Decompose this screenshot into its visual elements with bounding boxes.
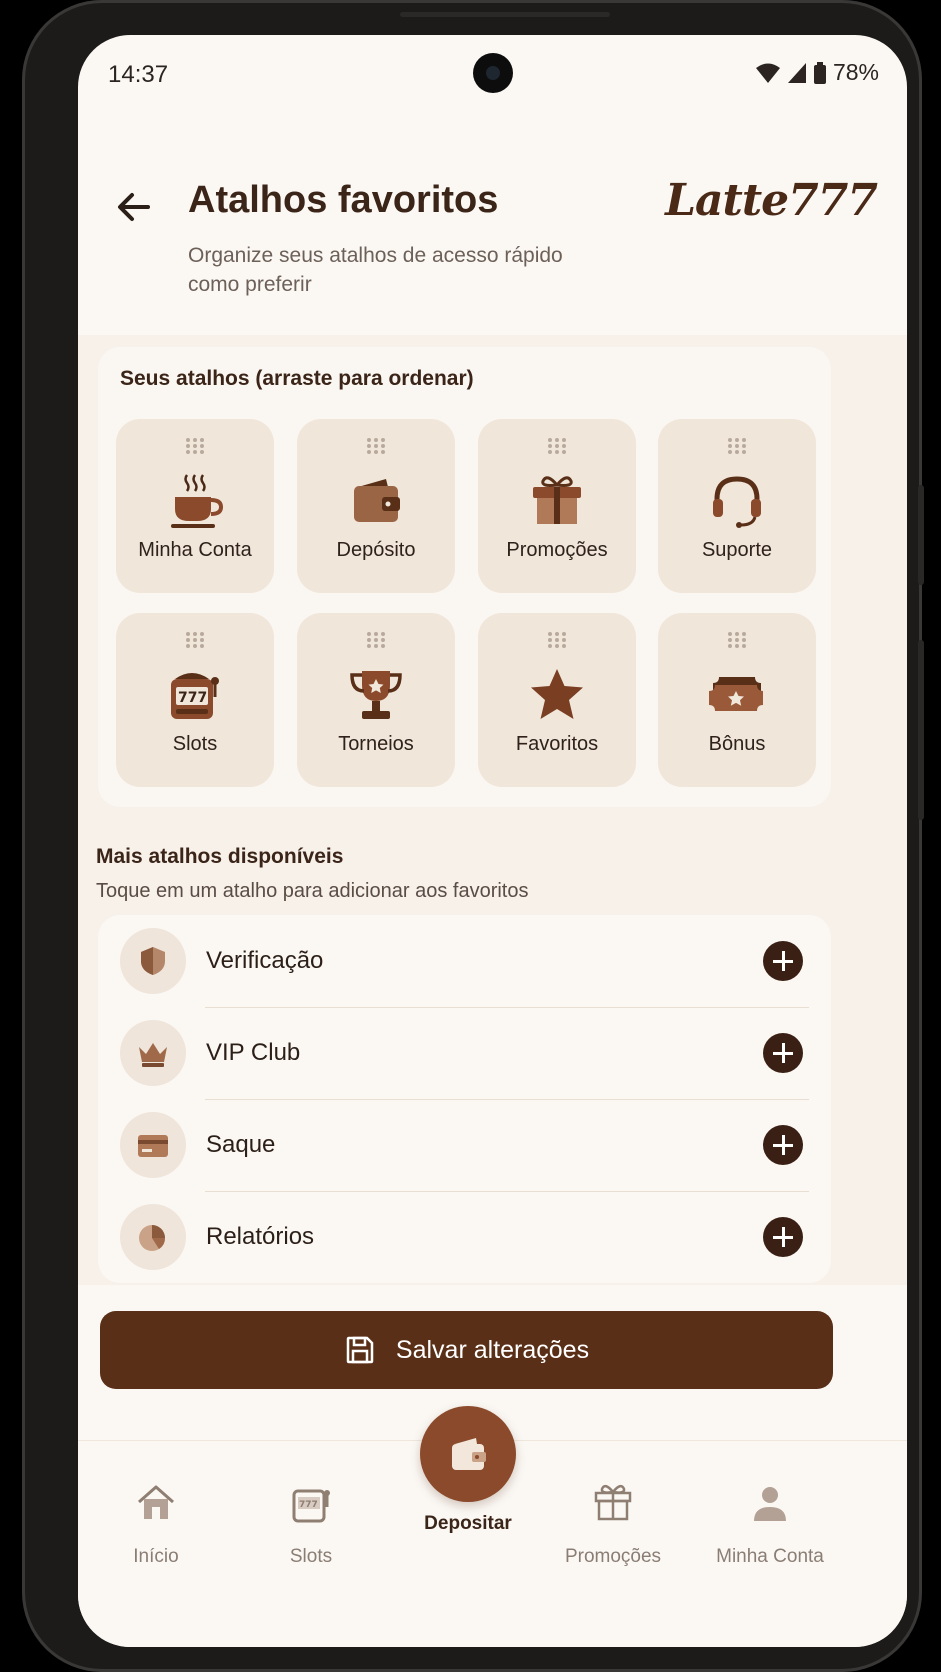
favorites-title: Seus atalhos (arraste para ordenar) — [120, 367, 474, 390]
favorite-tile-minha-conta[interactable]: Minha Conta — [116, 419, 274, 593]
status-bar: 14:37 78% — [78, 35, 907, 115]
trophy-icon — [350, 671, 402, 719]
nav-item-slots[interactable]: 777 Slots — [236, 1481, 386, 1568]
favorite-tile-bonus[interactable]: Bônus — [658, 613, 816, 787]
available-title: Mais atalhos disponíveis — [96, 845, 344, 868]
available-item-label: VIP Club — [206, 1039, 301, 1066]
available-item-label: Saque — [206, 1131, 276, 1158]
available-item-relatorios[interactable]: Relatórios — [98, 1191, 831, 1283]
favorite-tile-label: Slots — [172, 733, 218, 755]
nav-label: Slots — [289, 1546, 333, 1567]
bottom-nav: Início 777 Slots Depositar Promoções Min… — [78, 1406, 907, 1647]
favorite-tile-label: Bônus — [708, 733, 766, 755]
crown-icon — [139, 1043, 167, 1067]
content-area: Seus atalhos (arraste para ordenar) Minh… — [78, 335, 907, 1435]
drag-handle-icon[interactable] — [726, 631, 748, 649]
favorite-tile-slots[interactable]: 777 Slots — [116, 613, 274, 787]
add-button[interactable] — [763, 1217, 803, 1257]
drag-handle-icon[interactable] — [546, 437, 568, 455]
slot-machine-icon: 777 — [171, 673, 219, 719]
svg-text:777: 777 — [178, 690, 207, 706]
available-item-label: Verificação — [206, 947, 324, 974]
row-icon-circle — [120, 1020, 186, 1086]
row-icon-circle — [120, 1204, 186, 1270]
battery-percent: 78% — [832, 59, 879, 85]
back-arrow-icon[interactable] — [112, 185, 156, 229]
save-button[interactable]: Salvar alterações — [100, 1311, 833, 1389]
favorite-tile-promocoes[interactable]: Promoções — [478, 419, 636, 593]
favorite-tile-torneios[interactable]: Torneios — [297, 613, 455, 787]
wallet-icon — [354, 479, 400, 522]
drag-handle-icon[interactable] — [365, 437, 387, 455]
screen: 14:37 78% Atalhos favoritos Organize seu… — [78, 35, 907, 1647]
wifi-icon — [755, 63, 780, 83]
home-icon — [138, 1485, 174, 1519]
page-subtitle: Organize seus atalhos de acesso rápido c… — [188, 244, 563, 296]
favorite-tile-label: Minha Conta — [138, 539, 252, 561]
nav-label: Promoções — [564, 1546, 662, 1567]
add-button[interactable] — [763, 1125, 803, 1165]
drag-handle-icon[interactable] — [726, 437, 748, 455]
row-icon-circle — [120, 1112, 186, 1178]
drag-handle-icon[interactable] — [184, 437, 206, 455]
status-time: 14:37 — [108, 61, 169, 88]
available-item-vip-club[interactable]: VIP Club — [98, 1007, 831, 1099]
nav-item-minha-conta[interactable]: Minha Conta — [695, 1481, 845, 1568]
card-icon — [138, 1135, 168, 1157]
nav-label-active: Depositar — [424, 1513, 512, 1534]
add-button[interactable] — [763, 1033, 803, 1073]
available-item-label: Relatórios — [206, 1223, 315, 1250]
phone-frame: 14:37 78% Atalhos favoritos Organize seu… — [22, 0, 924, 1672]
shield-icon — [141, 947, 165, 975]
page-header: Atalhos favoritos Organize seus atalhos … — [78, 125, 907, 335]
signal-icon — [787, 62, 806, 83]
favorite-tile-label: Torneios — [338, 733, 414, 755]
user-icon — [754, 1487, 786, 1521]
drag-handle-icon[interactable] — [365, 631, 387, 649]
nav-item-inicio[interactable]: Início — [81, 1481, 231, 1568]
favorites-card: Seus atalhos (arraste para ordenar) Minh… — [98, 347, 831, 807]
wallet-icon — [452, 1438, 486, 1470]
star-icon — [531, 669, 583, 719]
battery-icon — [813, 61, 826, 84]
available-subtitle: Toque em um atalho para adicionar aos fa… — [96, 880, 529, 902]
available-list: Verificação VIP Club Saque Relatórios — [98, 915, 831, 1283]
gift-icon — [594, 1484, 632, 1521]
row-icon-circle — [120, 928, 186, 994]
favorite-tile-label: Suporte — [701, 539, 773, 561]
nav-item-promocoes[interactable]: Promoções — [538, 1481, 688, 1568]
gift-icon — [533, 476, 581, 524]
favorite-tile-label: Promoções — [506, 539, 608, 561]
save-button-label: Salvar alterações — [395, 1335, 590, 1364]
brand-logo: Latte777 — [665, 175, 878, 226]
pie-chart-icon — [139, 1225, 166, 1251]
side-button — [918, 485, 924, 585]
drag-handle-icon[interactable] — [184, 631, 206, 649]
status-icons: 78% — [755, 59, 879, 86]
ticket-icon — [709, 677, 763, 711]
available-item-saque[interactable]: Saque — [98, 1099, 831, 1191]
favorite-tile-favoritos[interactable]: Favoritos — [478, 613, 636, 787]
nav-item-depositar[interactable] — [420, 1406, 516, 1502]
side-button — [918, 640, 924, 820]
available-item-verificacao[interactable]: Verificação — [98, 915, 831, 1007]
speaker-grille — [400, 12, 610, 17]
svg-text:777: 777 — [299, 1500, 318, 1510]
page-title: Atalhos favoritos — [188, 179, 499, 221]
favorite-tile-deposito[interactable]: Depósito — [297, 419, 455, 593]
nav-label: Minha Conta — [716, 1546, 824, 1567]
nav-label: Início — [133, 1546, 179, 1567]
favorite-tile-label: Depósito — [336, 539, 416, 561]
drag-handle-icon[interactable] — [546, 631, 568, 649]
coffee-cup-icon — [171, 474, 224, 528]
favorite-tile-label: Favoritos — [515, 733, 599, 755]
headset-icon — [713, 476, 761, 528]
front-camera — [473, 53, 513, 93]
add-button[interactable] — [763, 941, 803, 981]
favorite-tile-suporte[interactable]: Suporte — [658, 419, 816, 593]
save-icon — [346, 1336, 374, 1364]
slot-machine-icon: 777 — [292, 1489, 330, 1523]
